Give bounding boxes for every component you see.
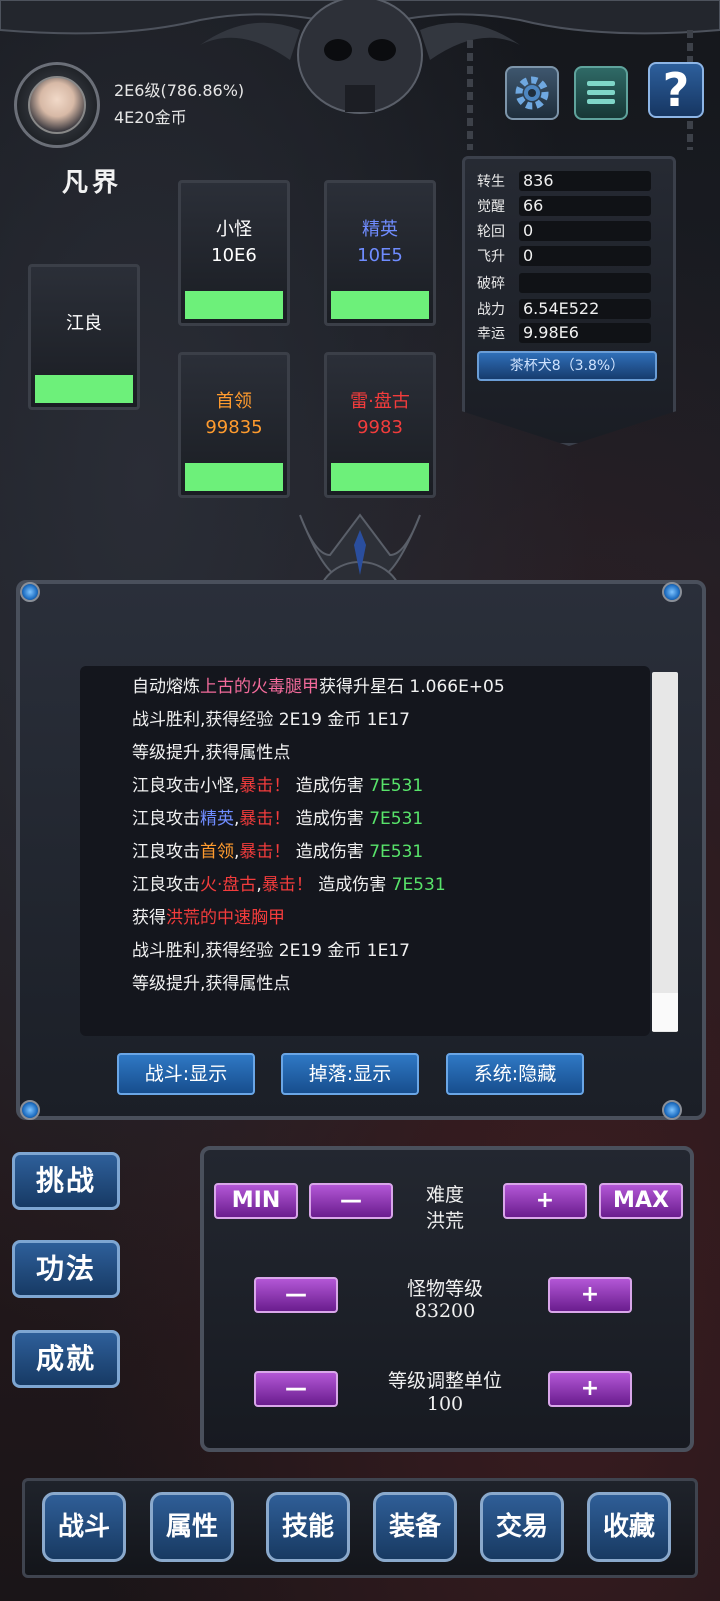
battle-filter-button[interactable]: 战斗:显示 [117, 1053, 255, 1095]
drop-filter-button[interactable]: 掉落:显示 [281, 1053, 419, 1095]
stat-label: 轮回 [477, 224, 505, 240]
nav-trade[interactable]: 交易 [480, 1492, 564, 1562]
hero-name: 江良 [66, 313, 102, 334]
hero-hp-bar [35, 375, 133, 403]
system-filter-button[interactable]: 系统:隐藏 [446, 1053, 584, 1095]
enemy-card-minion[interactable]: 小怪 10E6 [178, 180, 290, 326]
log-line: 战斗胜利,获得经验 2E19 金币 1E17 [132, 941, 410, 961]
monster-level-value: 83200 [414, 1300, 476, 1322]
enemy-card-boss[interactable]: 首领 99835 [178, 352, 290, 498]
corner-gem-icon [662, 1100, 682, 1120]
settings-button[interactable] [505, 66, 559, 120]
log-scroll-thumb[interactable] [652, 993, 678, 1031]
log-line: 江良攻击精英,暴击！ 造成伤害 7E531 [132, 809, 424, 829]
avatar[interactable] [28, 76, 86, 134]
log-line: 江良攻击小怪,暴击！ 造成伤害 7E531 [132, 776, 424, 796]
nav-collection[interactable]: 收藏 [587, 1492, 671, 1562]
log-line: 等级提升,获得属性点 [132, 974, 291, 994]
stat-label: 战力 [477, 302, 505, 318]
stat-label: 破碎 [477, 276, 505, 292]
enemy-value: 10E6 [211, 245, 257, 266]
stat-value: 0 [519, 221, 651, 241]
gear-icon [515, 76, 549, 110]
stat-power: 战力 6.54E522 [477, 299, 651, 321]
monster-level-label: 怪物等级 [406, 1278, 483, 1300]
pet-button[interactable]: 茶杯犬8（3.8%） [477, 351, 657, 381]
step-value: 100 [426, 1393, 464, 1415]
difficulty-plus-button[interactable]: + [503, 1183, 587, 1219]
log-line: 战斗胜利,获得经验 2E19 金币 1E17 [132, 710, 410, 730]
enemy-value: 9983 [357, 417, 403, 438]
stat-awaken: 觉醒 66 [477, 196, 651, 218]
log-line: 自动熔炼上古的火毒腿甲获得升星石 1.066E+05 [132, 677, 505, 697]
log-line: 江良攻击火·盘古,暴击！ 造成伤害 7E531 [132, 875, 446, 895]
player-gold: 4E20金币 [114, 108, 187, 127]
step-plus-button[interactable]: + [548, 1371, 632, 1407]
menu-button[interactable] [574, 66, 628, 120]
enemy-card-pangu[interactable]: 雷·盘古 9983 [324, 352, 436, 498]
stat-value: 0 [519, 246, 651, 266]
stat-label: 幸运 [477, 326, 505, 342]
technique-button[interactable]: 功法 [12, 1240, 120, 1298]
stat-value [519, 273, 651, 293]
corner-gem-icon [20, 582, 40, 602]
step-label: 等级调整单位 [387, 1370, 502, 1392]
realm-title: 凡界 [62, 168, 123, 198]
log-line: 等级提升,获得属性点 [132, 743, 291, 763]
stat-ascend: 飞升 0 [477, 246, 651, 268]
stat-label: 转生 [477, 174, 505, 190]
enemy-hp-bar [185, 463, 283, 491]
stat-shatter: 破碎 [477, 273, 651, 295]
enemy-value: 99835 [205, 417, 263, 438]
nav-skills[interactable]: 技能 [266, 1492, 350, 1562]
stat-value: 836 [519, 171, 651, 191]
battle-log[interactable]: 自动熔炼上古的火毒腿甲获得升星石 1.066E+05 战斗胜利,获得经验 2E1… [80, 666, 650, 1036]
nav-equipment[interactable]: 装备 [373, 1492, 457, 1562]
monster-level-plus-button[interactable]: + [548, 1277, 632, 1313]
enemy-hp-bar [185, 291, 283, 319]
stats-panel: 转生 836 觉醒 66 轮回 0 飞升 0 破碎 战力 6.54E522 幸运… [462, 156, 676, 446]
enemy-name: 雷·盘古 [350, 391, 410, 412]
log-line: 江良攻击首领,暴击！ 造成伤害 7E531 [132, 842, 424, 862]
log-line: 获得洪荒的中速胸甲 [132, 908, 285, 928]
difficulty-label: 难度 [425, 1184, 464, 1206]
nav-attributes[interactable]: 属性 [150, 1492, 234, 1562]
menu-icon [587, 81, 615, 104]
difficulty-min-button[interactable]: MIN [214, 1183, 298, 1219]
challenge-button[interactable]: 挑战 [12, 1152, 120, 1210]
corner-gem-icon [662, 582, 682, 602]
step-minus-button[interactable]: — [254, 1371, 338, 1407]
stat-value: 6.54E522 [519, 299, 651, 319]
player-level: 2E6级(786.86%) [114, 81, 245, 100]
enemy-value: 10E5 [357, 245, 403, 266]
enemy-hp-bar [331, 291, 429, 319]
enemy-name: 精英 [362, 219, 398, 240]
difficulty-max-button[interactable]: MAX [599, 1183, 683, 1219]
enemy-hp-bar [331, 463, 429, 491]
corner-gem-icon [20, 1100, 40, 1120]
stat-reincarnation: 轮回 0 [477, 221, 651, 243]
difficulty-value: 洪荒 [425, 1210, 464, 1232]
help-button[interactable]: ? [648, 62, 704, 118]
stat-luck: 幸运 9.98E6 [477, 323, 651, 345]
achievement-button[interactable]: 成就 [12, 1330, 120, 1388]
stat-rebirth: 转生 836 [477, 171, 651, 193]
stat-value: 66 [519, 196, 651, 216]
stat-label: 飞升 [477, 249, 505, 265]
hero-card[interactable]: 江良 [28, 264, 140, 410]
enemy-name: 小怪 [216, 219, 252, 240]
monster-level-minus-button[interactable]: — [254, 1277, 338, 1313]
log-scrollbar[interactable] [652, 672, 678, 1032]
stat-label: 觉醒 [477, 199, 505, 215]
enemy-name: 首领 [216, 391, 252, 412]
stat-value: 9.98E6 [519, 323, 651, 343]
nav-battle[interactable]: 战斗 [42, 1492, 126, 1562]
enemy-card-elite[interactable]: 精英 10E5 [324, 180, 436, 326]
